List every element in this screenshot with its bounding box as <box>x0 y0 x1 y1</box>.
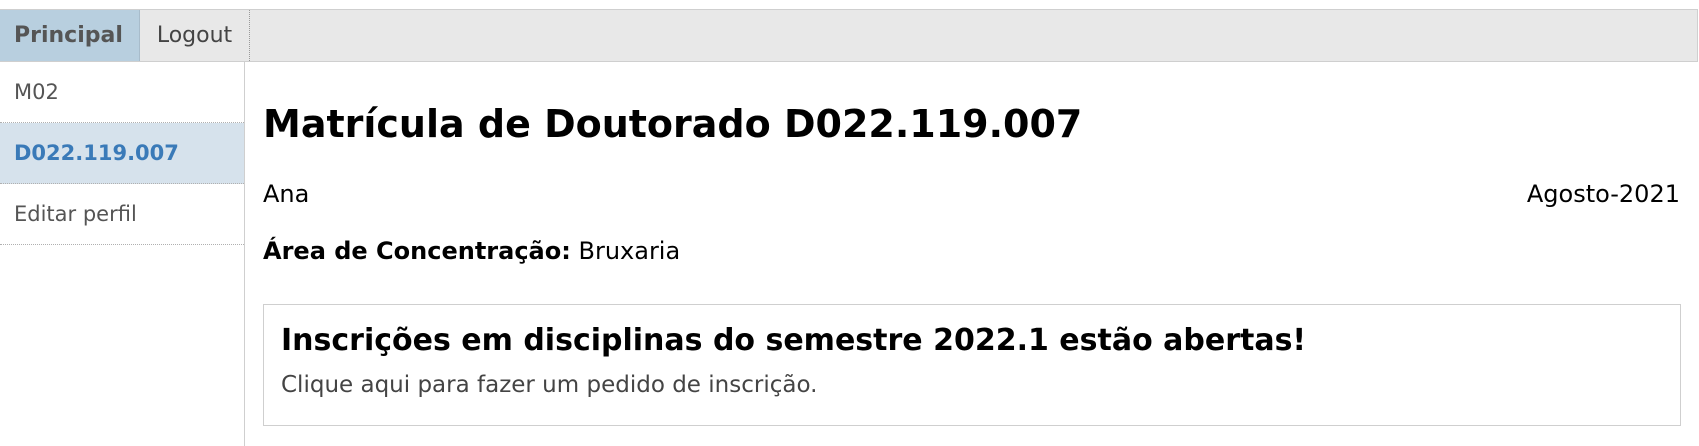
tab-logout[interactable]: Logout <box>140 10 250 61</box>
sidebar: M02 D022.119.007 Editar perfil <box>0 62 245 446</box>
sidebar-item-enrollment[interactable]: D022.119.007 <box>0 123 244 184</box>
tab-principal[interactable]: Principal <box>0 10 140 61</box>
concentration-area: Área de Concentração: Bruxaria <box>263 237 680 265</box>
concentration-area-value: Bruxaria <box>578 237 681 265</box>
app-frame: Principal Logout M02 D022.119.007 Editar… <box>0 9 1698 446</box>
sidebar-item-edit-profile[interactable]: Editar perfil <box>0 184 244 245</box>
enrollment-period: Agosto-2021 <box>1526 180 1680 208</box>
student-name: Ana <box>263 180 310 208</box>
enrollment-notice[interactable]: Inscrições em disciplinas do semestre 20… <box>263 304 1681 426</box>
page-title: Matrícula de Doutorado D022.119.007 <box>263 102 1083 146</box>
top-navigation: Principal Logout <box>0 10 1698 62</box>
concentration-area-label: Área de Concentração: <box>263 237 571 265</box>
student-info-row: Ana Agosto-2021 <box>263 180 1680 208</box>
enrollment-notice-title: Inscrições em disciplinas do semestre 20… <box>281 323 1307 358</box>
enrollment-notice-link[interactable]: Clique aqui para fazer um pedido de insc… <box>281 372 1663 398</box>
sidebar-item-m02[interactable]: M02 <box>0 62 244 123</box>
